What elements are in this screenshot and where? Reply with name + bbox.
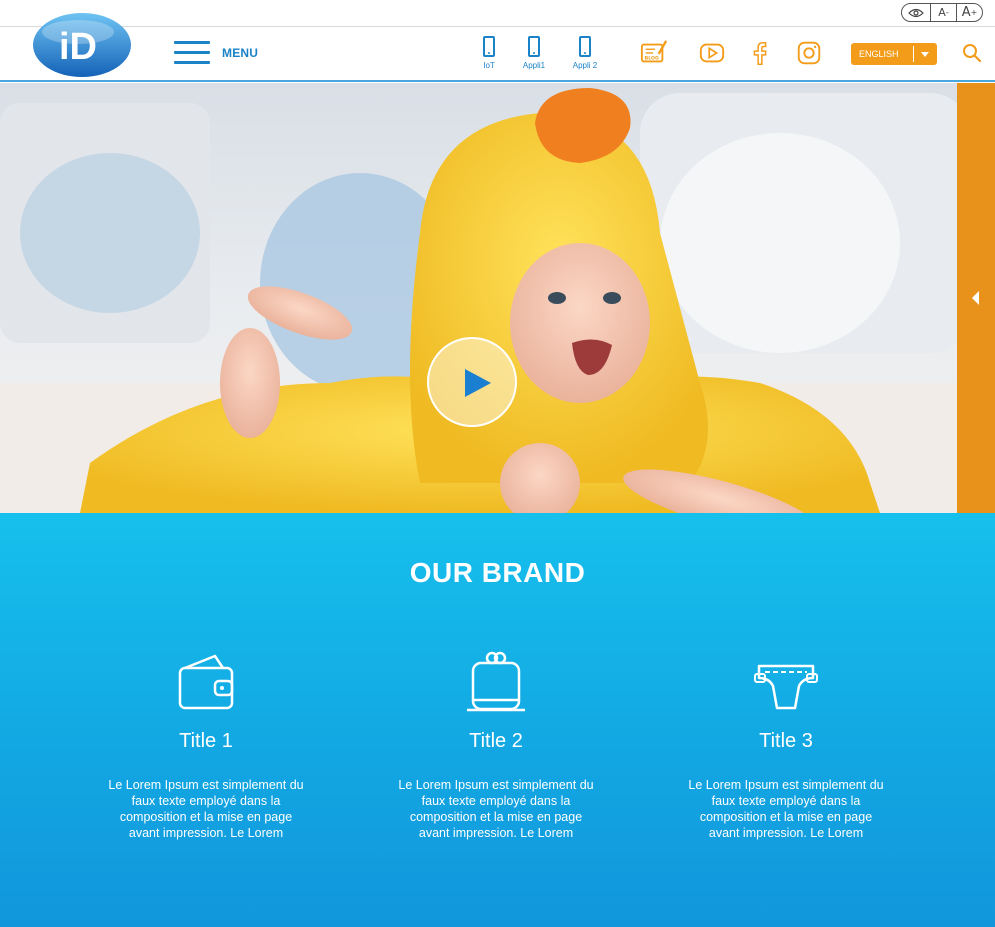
feature-title: Title 3: [759, 730, 813, 752]
facebook-icon[interactable]: [746, 39, 774, 67]
feature-title: Title 1: [179, 730, 233, 752]
feature-text: Le Lorem Ipsum est simplement du faux te…: [688, 778, 884, 840]
contrast-button[interactable]: [902, 4, 930, 21]
font-decrease-sup: -: [945, 8, 949, 17]
hero-banner: [0, 83, 957, 513]
hamburger-icon: [174, 40, 210, 66]
device-link-iot[interactable]: IoT: [469, 36, 509, 70]
feature-card-2: Title 2 Le Lorem Ipsum est simplement du…: [386, 648, 606, 841]
device-label: Appli 2: [572, 61, 598, 70]
chevron-down-icon: [921, 51, 929, 57]
font-increase-sup: +: [970, 8, 978, 17]
accessibility-tools: A- A +: [901, 3, 983, 22]
feature-text: Le Lorem Ipsum est simplement du faux te…: [108, 778, 304, 840]
font-decrease-label: A: [938, 6, 946, 19]
instagram-icon[interactable]: [795, 39, 823, 67]
diaper-icon: [754, 664, 818, 710]
our-brand-section: OUR BRAND Title 1 Le Lorem Ipsum est sim…: [0, 513, 995, 927]
side-panel-toggle[interactable]: [957, 83, 995, 513]
section-title: OUR BRAND: [409, 557, 586, 588]
phone-icon: [528, 36, 540, 57]
play-video-button[interactable]: [427, 337, 517, 427]
feature-card-3: Title 3 Le Lorem Ipsum est simplement du…: [676, 648, 896, 841]
svg-text:BLOG: BLOG: [645, 56, 659, 62]
menu-label: MENU: [222, 46, 259, 60]
phone-icon: [483, 36, 495, 57]
font-increase-button[interactable]: A +: [956, 4, 982, 21]
menu-button[interactable]: MENU: [174, 40, 258, 66]
search-icon[interactable]: [962, 43, 982, 63]
youtube-icon[interactable]: [698, 39, 726, 67]
eye-icon: [908, 8, 924, 17]
phone-icon: [579, 36, 591, 57]
accessibility-bar: A- A +: [0, 0, 995, 27]
bag-icon: [467, 651, 525, 712]
font-increase-label: A: [961, 5, 971, 20]
language-divider: [913, 46, 914, 62]
font-decrease-button[interactable]: A-: [930, 4, 956, 21]
hero-image: [0, 83, 957, 513]
site-header: MENU IoT Appli1 Appli 2 BLOG ENGLISH: [0, 27, 995, 82]
brand-logo[interactable]: iD: [32, 12, 132, 78]
wallet-icon: [178, 654, 234, 710]
feature-card-1: Title 1 Le Lorem Ipsum est simplement du…: [96, 648, 316, 841]
device-label: IoT: [483, 61, 495, 70]
feature-title: Title 2: [469, 730, 523, 752]
svg-text:iD: iD: [59, 26, 97, 68]
language-selector[interactable]: ENGLISH: [851, 43, 937, 65]
chevron-left-icon: [972, 291, 979, 305]
feature-text: Le Lorem Ipsum est simplement du faux te…: [398, 778, 594, 840]
device-link-appli2[interactable]: Appli 2: [565, 36, 605, 70]
blog-icon[interactable]: BLOG: [640, 39, 668, 67]
language-label: ENGLISH: [859, 49, 899, 59]
device-link-appli1[interactable]: Appli1: [514, 36, 554, 70]
device-label: Appli1: [522, 61, 546, 70]
